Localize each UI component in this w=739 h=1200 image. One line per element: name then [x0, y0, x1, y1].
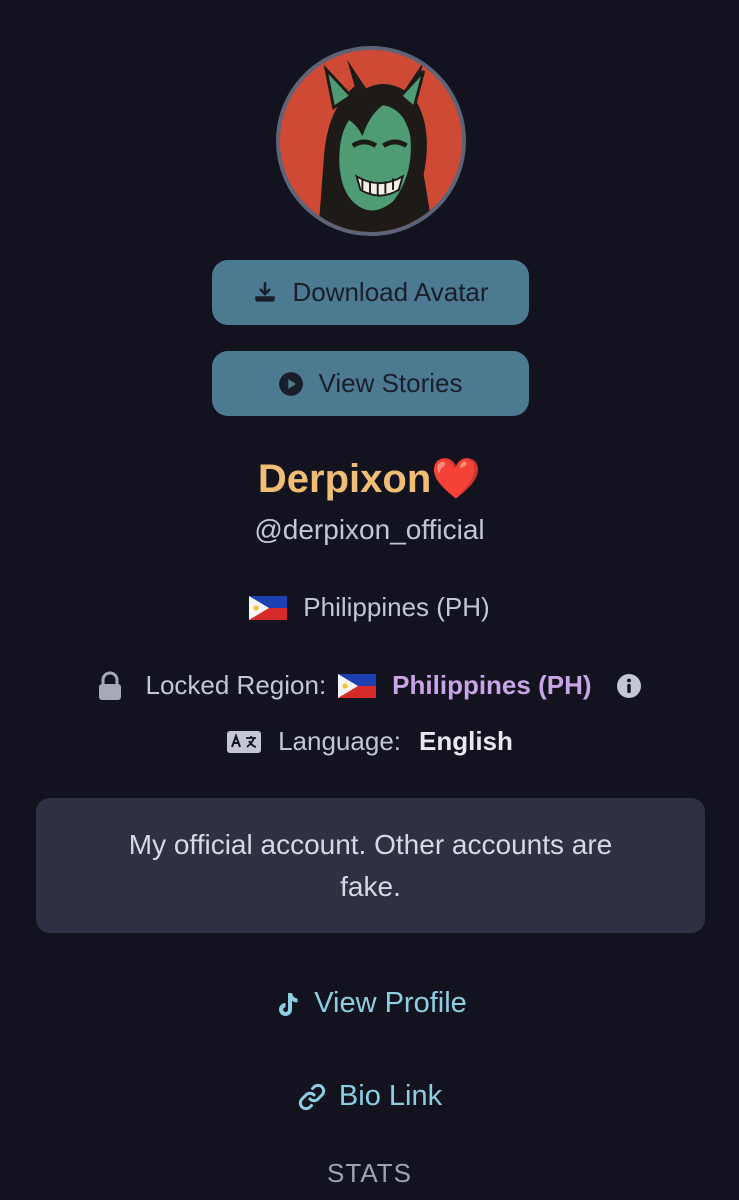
play-circle-icon [278, 371, 304, 397]
bio-text: My official account. Other accounts are … [128, 828, 613, 902]
locked-region-value: Philippines (PH) [392, 670, 592, 700]
tiktok-icon [272, 989, 302, 1019]
locked-region-label: Locked Region: [145, 670, 327, 700]
bio-link-label: Bio Link [338, 1080, 443, 1112]
display-name: Derpixon❤️ [257, 457, 482, 501]
link-icon [297, 1082, 327, 1112]
username-handle: @derpixon_official [254, 514, 485, 545]
view-profile-label: View Profile [314, 987, 467, 1019]
bio-link[interactable]: Bio Link [0, 1080, 739, 1113]
info-icon[interactable] [616, 673, 642, 699]
philippines-flag-icon [338, 673, 377, 698]
lock-icon [97, 671, 123, 701]
language-value: English [419, 726, 513, 756]
avatar [276, 46, 466, 236]
avatar-image [280, 50, 462, 232]
download-icon [252, 280, 278, 306]
download-avatar-label: Download Avatar [292, 277, 489, 307]
language-label: Language: [278, 726, 401, 756]
country-row: Philippines (PH) [0, 592, 739, 623]
view-stories-label: View Stories [318, 368, 463, 398]
bio-box: My official account. Other accounts are … [36, 798, 705, 933]
stats-heading: STATS [327, 1158, 412, 1188]
profile-page: Download Avatar View Stories Derpixon❤️ … [0, 0, 739, 1200]
view-profile-link[interactable]: View Profile [0, 987, 739, 1020]
country-label: Philippines (PH) [303, 592, 490, 622]
language-icon [226, 729, 262, 755]
philippines-flag-icon [249, 595, 288, 620]
download-avatar-button[interactable]: Download Avatar [212, 260, 529, 325]
locked-region-row: Locked Region: Philippines (PH) [0, 670, 739, 701]
view-stories-button[interactable]: View Stories [212, 351, 529, 416]
language-row: Language: English [0, 726, 739, 757]
